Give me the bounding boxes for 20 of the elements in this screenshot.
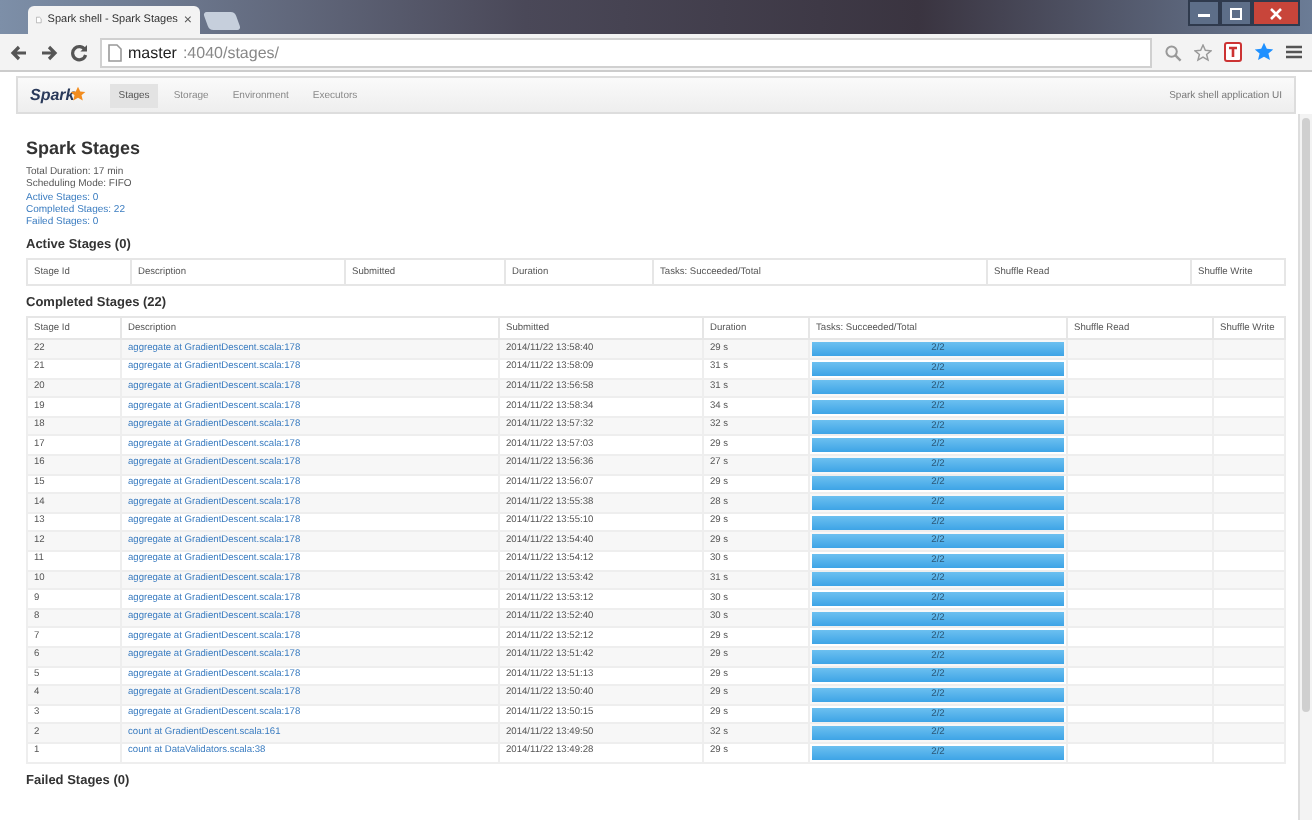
menu-icon[interactable] <box>1286 44 1302 60</box>
close-button[interactable] <box>1252 0 1300 26</box>
scrollbar[interactable] <box>1298 114 1312 820</box>
forward-icon[interactable] <box>40 43 58 61</box>
maximize-button[interactable] <box>1220 0 1252 26</box>
address-bar[interactable]: master :4040/stages/ <box>100 37 1152 67</box>
maximize-icon <box>1228 7 1244 19</box>
page-icon <box>108 43 122 61</box>
extension-icon[interactable] <box>1224 42 1242 62</box>
new-tab-button[interactable] <box>202 12 242 30</box>
spark-logo-text[interactable]: Spark <box>30 86 75 104</box>
back-icon[interactable] <box>10 43 28 61</box>
close-icon <box>1268 7 1284 19</box>
reload-icon[interactable] <box>70 43 88 61</box>
minimize-button[interactable] <box>1188 0 1220 26</box>
page-title: Spark Stages <box>26 138 143 158</box>
star-icon[interactable] <box>1254 42 1274 62</box>
search-icon[interactable] <box>1164 43 1182 61</box>
star-outline-icon[interactable] <box>1194 43 1212 61</box>
page-icon <box>36 12 42 28</box>
